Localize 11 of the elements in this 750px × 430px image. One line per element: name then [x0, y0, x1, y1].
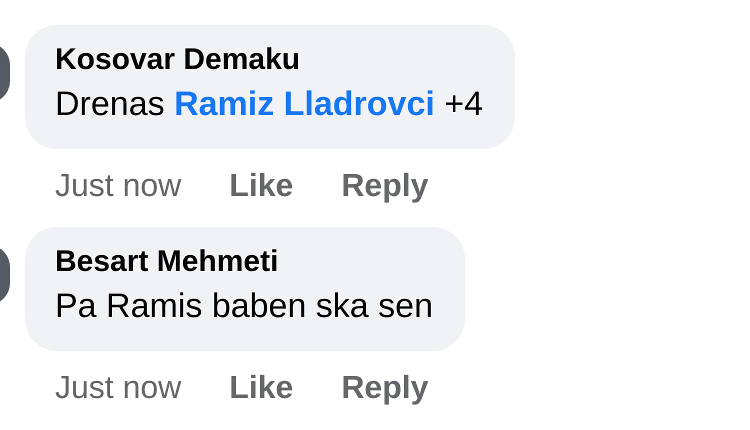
author-name[interactable]: Kosovar Demaku	[55, 41, 484, 79]
mention-link[interactable]: Ramiz Lladrovci	[174, 85, 435, 123]
comment-time: Just now	[55, 166, 182, 205]
comment-action[interactable]: Reply	[341, 365, 428, 409]
comment-text: Pa Ramis baben ska sen	[55, 286, 433, 327]
comment-action[interactable]: Like	[229, 365, 294, 409]
author-name[interactable]: Besart Mehmeti	[55, 243, 433, 281]
comment-action[interactable]: Reply	[341, 163, 428, 207]
comment-action[interactable]: Like	[229, 163, 294, 207]
comment-time: Just now	[55, 368, 182, 407]
comment-text: Drenas Ramiz Lladrovci +4	[55, 84, 484, 125]
